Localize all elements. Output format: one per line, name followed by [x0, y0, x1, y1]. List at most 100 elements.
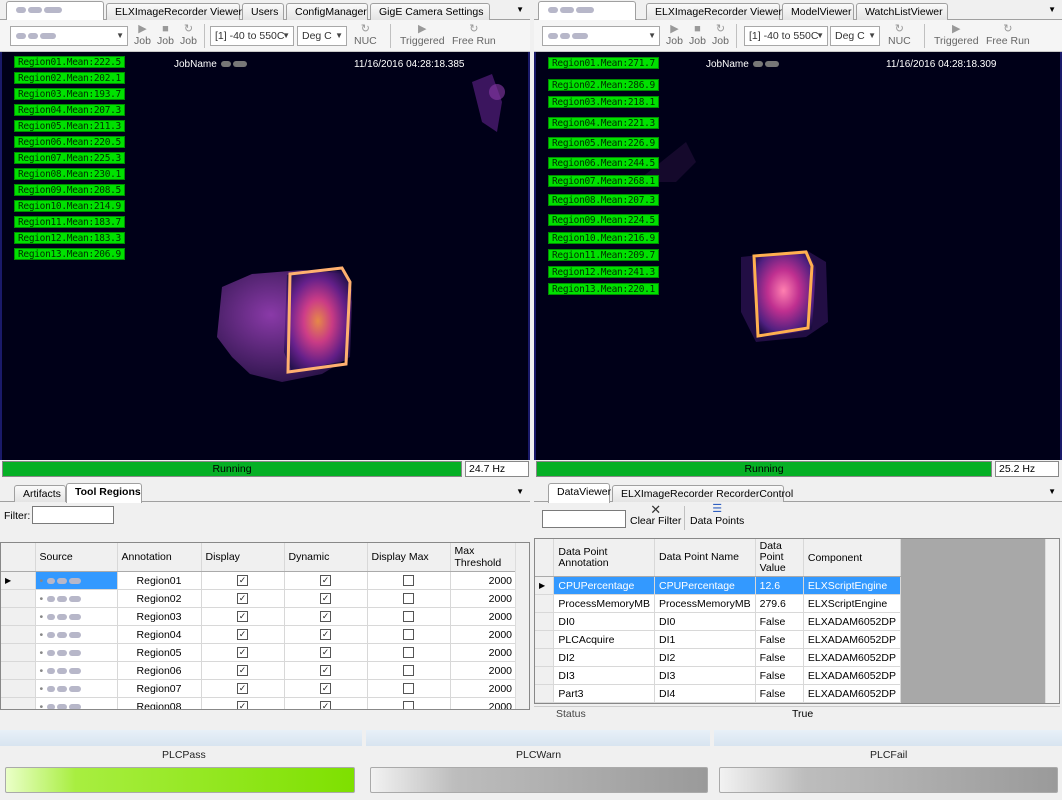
dynamic-cell[interactable]: ✓ — [284, 589, 368, 608]
display_max-cell[interactable] — [367, 625, 451, 644]
display-cell[interactable]: ✓ — [201, 625, 285, 644]
row-header[interactable] — [535, 648, 555, 667]
row-header[interactable] — [1, 607, 36, 626]
thermal-image-viewer[interactable]: Region01.Mean:271.7 Region02.Mean:286.9 … — [534, 52, 1062, 460]
annotation-cell[interactable]: Region03 — [117, 607, 202, 626]
data-filter-input[interactable] — [542, 510, 626, 528]
dynamic-cell[interactable]: ✓ — [284, 571, 368, 590]
checkbox[interactable]: ✓ — [237, 575, 248, 587]
annotation-cell[interactable]: CPUPercentage — [553, 576, 656, 595]
dynamic-cell[interactable]: ✓ — [284, 697, 368, 709]
annotation-cell[interactable]: ProcessMemoryMB — [553, 594, 656, 613]
tab-data-viewer[interactable]: DataViewer — [548, 483, 611, 503]
annotation-cell[interactable]: Region01 — [117, 571, 202, 590]
component-cell[interactable]: ELXADAM6052DP — [803, 630, 902, 649]
checkbox[interactable] — [403, 701, 414, 709]
max-threshold-cell[interactable]: 2000 — [450, 625, 517, 644]
component-cell[interactable]: ELXADAM6052DP — [803, 684, 902, 703]
filter-input[interactable] — [32, 506, 114, 524]
table-row[interactable]: • Region04 ✓ ✓ 2000 — [1, 625, 517, 644]
table-row[interactable]: ▶ • Region01 ✓ ✓ 2000 — [1, 571, 517, 590]
value-cell[interactable]: False — [755, 630, 804, 649]
display-cell[interactable]: ✓ — [201, 661, 285, 680]
table-row[interactable]: • Region05 ✓ ✓ 2000 — [1, 643, 517, 662]
component-cell[interactable]: ELXADAM6052DP — [803, 612, 902, 631]
table-row[interactable]: • Region08 ✓ ✓ 2000 — [1, 697, 517, 709]
source-cell[interactable]: • — [35, 571, 118, 590]
tab-overflow-icon[interactable]: ▼ — [1048, 487, 1056, 496]
component-cell[interactable]: ELXScriptEngine — [803, 594, 902, 613]
row-header[interactable] — [535, 594, 555, 613]
table-row[interactable]: • Region07 ✓ ✓ 2000 — [1, 679, 517, 698]
name-cell[interactable]: DI4 — [654, 684, 756, 703]
tab-job-active[interactable] — [6, 1, 104, 21]
vertical-scrollbar[interactable] — [515, 543, 529, 709]
column-header[interactable]: Data Point Value — [755, 539, 804, 577]
annotation-cell[interactable]: PLCAcquire — [553, 630, 656, 649]
name-cell[interactable]: DI3 — [654, 666, 756, 685]
display_max-cell[interactable] — [367, 589, 451, 608]
checkbox[interactable]: ✓ — [237, 629, 248, 641]
row-header[interactable] — [1, 661, 36, 680]
value-cell[interactable]: False — [755, 648, 804, 667]
checkbox[interactable]: ✓ — [320, 701, 331, 709]
dynamic-cell[interactable]: ✓ — [284, 607, 368, 626]
range-select[interactable]: [1] -40 to 550C ▼ — [744, 26, 828, 46]
checkbox[interactable]: ✓ — [320, 683, 331, 695]
tab-overflow-icon[interactable]: ▼ — [516, 5, 524, 14]
display_max-cell[interactable] — [367, 697, 451, 709]
table-row[interactable]: DI2 DI2 False ELXADAM6052DP — [535, 648, 902, 667]
max-threshold-cell[interactable]: 2000 — [450, 643, 517, 662]
job-stop-button[interactable]: ■ Job — [157, 24, 174, 48]
range-select[interactable]: [1] -40 to 550C ▼ — [210, 26, 294, 46]
freerun-button[interactable]: ↻ Free Run — [986, 24, 1030, 48]
tab-config-manager[interactable]: ConfigManager — [286, 3, 368, 20]
checkbox[interactable] — [403, 593, 414, 605]
checkbox[interactable]: ✓ — [320, 647, 331, 659]
value-cell[interactable]: 279.6 — [755, 594, 804, 613]
display_max-cell[interactable] — [367, 571, 451, 590]
row-header[interactable] — [1, 589, 36, 608]
column-header[interactable]: Max Threshold — [450, 543, 517, 572]
dynamic-cell[interactable]: ✓ — [284, 643, 368, 662]
name-cell[interactable]: ProcessMemoryMB — [654, 594, 756, 613]
name-cell[interactable]: DI0 — [654, 612, 756, 631]
checkbox[interactable] — [403, 629, 414, 641]
checkbox[interactable]: ✓ — [237, 647, 248, 659]
table-row[interactable]: • Region06 ✓ ✓ 2000 — [1, 661, 517, 680]
display-cell[interactable]: ✓ — [201, 571, 285, 590]
row-header[interactable] — [1, 643, 36, 662]
job-play-button[interactable]: ▶ Job — [666, 24, 683, 48]
job-stop-button[interactable]: ■ Job — [689, 24, 706, 48]
row-header[interactable] — [535, 684, 555, 703]
nuc-button[interactable]: ↻ NUC — [888, 24, 911, 48]
tab-watchlist-viewer[interactable]: WatchListViewer — [856, 3, 948, 20]
column-header[interactable]: Data Point Name — [654, 539, 756, 577]
table-row[interactable]: • Region03 ✓ ✓ 2000 — [1, 607, 517, 626]
row-header[interactable] — [1, 697, 36, 709]
display_max-cell[interactable] — [367, 661, 451, 680]
source-cell[interactable]: • — [35, 661, 118, 680]
annotation-cell[interactable]: DI3 — [553, 666, 656, 685]
unit-select[interactable]: Deg C ▼ — [297, 26, 347, 46]
annotation-cell[interactable]: Region05 — [117, 643, 202, 662]
row-header[interactable] — [535, 630, 555, 649]
job-play-button[interactable]: ▶ Job — [134, 24, 151, 48]
checkbox[interactable]: ✓ — [237, 665, 248, 677]
table-row[interactable]: PLCAcquire DI1 False ELXADAM6052DP — [535, 630, 902, 649]
job-reload-button[interactable]: ↻ Job — [180, 24, 197, 48]
column-header[interactable]: Data Point Annotation — [553, 539, 656, 577]
tab-artifacts[interactable]: Artifacts — [14, 485, 66, 502]
job-select[interactable]: ▼ — [10, 26, 128, 46]
source-cell[interactable]: • — [35, 643, 118, 662]
value-cell[interactable]: False — [755, 684, 804, 703]
checkbox[interactable]: ✓ — [237, 611, 248, 623]
display-cell[interactable]: ✓ — [201, 679, 285, 698]
max-threshold-cell[interactable]: 2000 — [450, 661, 517, 680]
row-header[interactable] — [1, 625, 36, 644]
value-cell[interactable]: False — [755, 666, 804, 685]
name-cell[interactable]: DI2 — [654, 648, 756, 667]
checkbox[interactable] — [403, 665, 414, 677]
unit-select[interactable]: Deg C ▼ — [830, 26, 880, 46]
source-cell[interactable]: • — [35, 625, 118, 644]
